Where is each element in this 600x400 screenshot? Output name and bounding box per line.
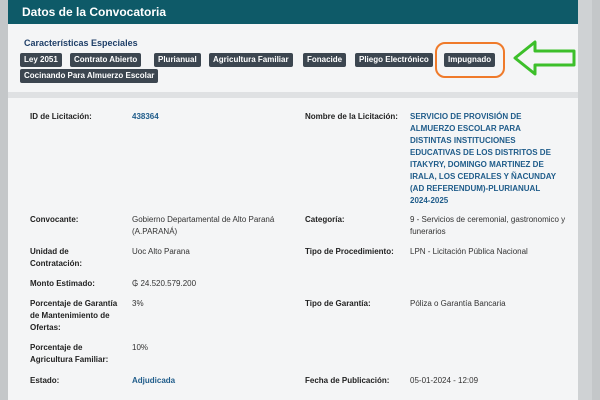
convocante-label: Convocante: <box>30 215 79 224</box>
monto-label: Monto Estimado: <box>30 279 95 288</box>
unidad-value: Uoc Alto Parana <box>132 247 190 256</box>
garantia-pct-label: Porcentaje de Garantía de Mantenimiento … <box>30 299 118 332</box>
fecha-value: 05-01-2024 - 12:09 <box>410 376 479 385</box>
categoria-value: 9 - Servicios de ceremonial, gastronomic… <box>410 215 566 236</box>
garantia-tipo-value: Póliza o Garantía Bancaria <box>410 299 506 308</box>
garantia-pct-value: 3% <box>132 299 144 308</box>
tag-cocinando-almuerzo-escolar: Cocinando Para Almuerzo Escolar <box>20 69 159 83</box>
procedimiento-label: Tipo de Procedimiento: <box>305 247 394 256</box>
agri-value: 10% <box>132 343 149 352</box>
name-label: Nombre de la Licitación: <box>305 112 398 121</box>
unidad-label: Unidad de Contratación: <box>30 247 82 268</box>
tag-agricultura-familiar: Agricultura Familiar <box>209 53 293 67</box>
section-header: Datos de la Convocatoria <box>8 0 578 24</box>
impugnado-highlight-box <box>435 42 505 78</box>
agri-label: Porcentaje de Agricultura Familiar: <box>30 343 109 364</box>
estado-label: Estado: <box>30 376 60 385</box>
tag-plurianual: Plurianual <box>154 53 201 67</box>
fecha-label: Fecha de Publicación: <box>305 376 390 385</box>
estado-value-link[interactable]: Adjudicada <box>132 375 175 387</box>
section-header-title: Datos de la Convocatoria <box>22 5 167 19</box>
procedimiento-value: LPN - Licitación Pública Nacional <box>410 247 528 256</box>
tag-contrato-abierto: Contrato Abierto <box>70 53 142 67</box>
categoria-label: Categoría: <box>305 215 345 224</box>
page-edge-left <box>0 0 8 400</box>
tag-pliego-electronico: Pliego Electrónico <box>355 53 433 67</box>
id-label: ID de Licitación: <box>30 112 92 121</box>
garantia-tipo-label: Tipo de Garantía: <box>305 299 371 308</box>
id-value-link[interactable]: 438364 <box>132 111 159 123</box>
name-value-link[interactable]: SERVICIO DE PROVISIÓN DE ALMUERZO ESCOLA… <box>410 111 560 207</box>
monto-value: ₲ 24.520.579.200 <box>132 279 197 288</box>
tag-fonacide: Fonacide <box>303 53 347 67</box>
tag-ley-2051: Ley 2051 <box>20 53 62 67</box>
green-arrow-icon <box>513 40 576 76</box>
page-edge-right <box>592 0 600 400</box>
characteristics-title: Características Especiales <box>24 38 138 48</box>
convocante-value: Gobierno Departamental de Alto Paraná (A… <box>132 215 275 236</box>
